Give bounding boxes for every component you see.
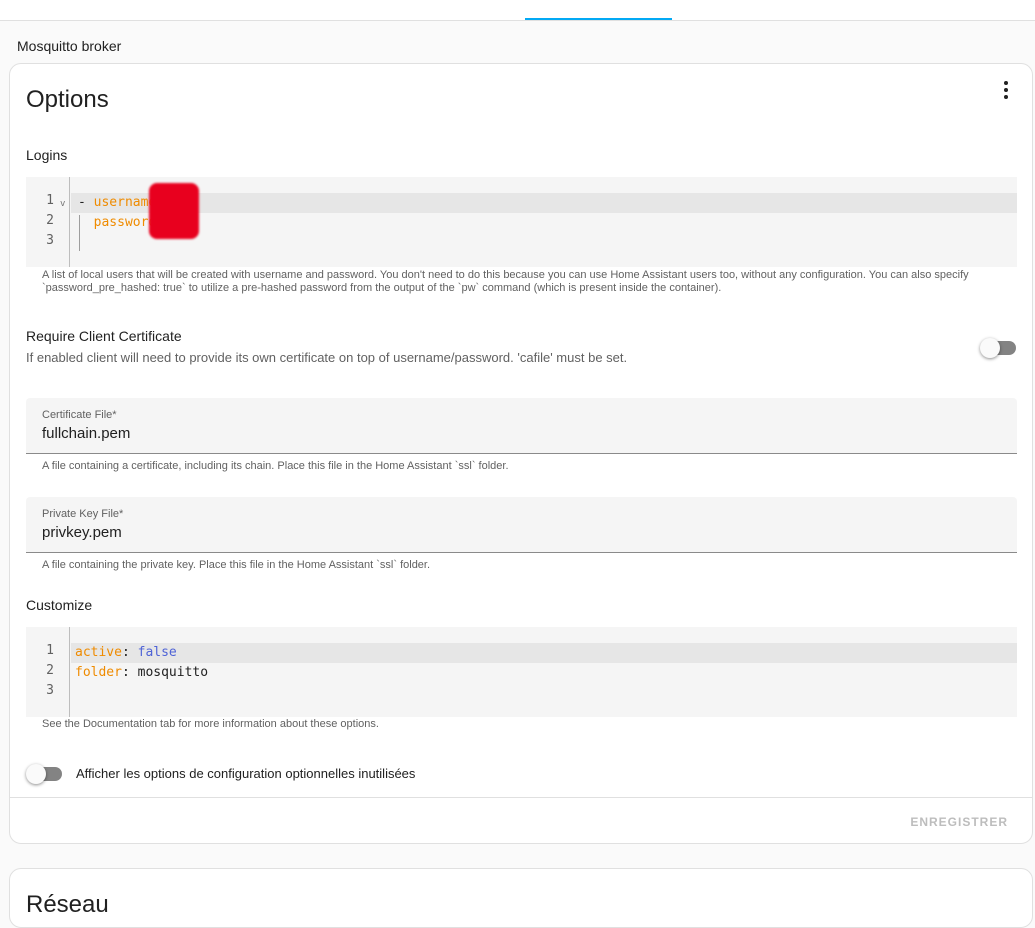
require-cert-label: Require Client Certificate bbox=[26, 328, 182, 344]
require-cert-description: If enabled client will need to provide i… bbox=[26, 350, 628, 365]
line-number: 1 bbox=[46, 643, 54, 658]
line-number: 3 bbox=[46, 683, 54, 698]
top-tab-bar bbox=[0, 0, 1035, 21]
redaction-mark bbox=[149, 183, 199, 239]
code-line: folder: mosquitto bbox=[75, 665, 209, 680]
private-key-file-value: privkey.pem bbox=[42, 524, 122, 541]
active-tab-indicator bbox=[525, 18, 672, 20]
line-number-gutter: 1 2 3 bbox=[26, 627, 70, 717]
require-cert-toggle[interactable] bbox=[980, 336, 1016, 358]
network-card-title: Réseau bbox=[26, 891, 109, 918]
save-button[interactable]: ENREGISTRER bbox=[902, 809, 1016, 835]
private-key-file-helper: A file containing the private key. Place… bbox=[42, 559, 431, 571]
line-number: 1 bbox=[46, 193, 54, 208]
line-number: 2 bbox=[46, 663, 54, 678]
chevron-down-icon[interactable]: v bbox=[60, 199, 65, 209]
private-key-file-label: Private Key File* bbox=[42, 508, 124, 520]
certificate-file-value: fullchain.pem bbox=[42, 425, 131, 442]
line-number: 2 bbox=[46, 213, 54, 228]
show-unused-options-label: Afficher les options de configuration op… bbox=[76, 766, 416, 781]
line-number-gutter: 1 v 2 3 bbox=[26, 177, 70, 267]
network-card: Réseau bbox=[9, 868, 1033, 928]
certificate-file-label: Certificate File* bbox=[42, 409, 117, 421]
options-card-title: Options bbox=[26, 86, 109, 113]
logins-code-editor[interactable]: 1 v 2 3 - username: password: bbox=[26, 177, 1017, 267]
indent-guide bbox=[79, 215, 80, 251]
code-line: - username: bbox=[71, 193, 1017, 213]
customize-code-editor[interactable]: 1 2 3 active: false folder: mosquitto bbox=[26, 627, 1017, 717]
certificate-file-field[interactable]: Certificate File* fullchain.pem bbox=[26, 398, 1017, 454]
code-line: active: false bbox=[71, 643, 1017, 663]
customize-helper-text: See the Documentation tab for more infor… bbox=[42, 718, 379, 730]
show-unused-options-toggle[interactable] bbox=[26, 762, 62, 784]
code-line: password: bbox=[93, 215, 164, 230]
logins-label: Logins bbox=[26, 147, 68, 163]
logins-helper-text: A list of local users that will be creat… bbox=[42, 269, 969, 294]
card-actions-divider bbox=[10, 797, 1032, 798]
customize-label: Customize bbox=[26, 597, 93, 613]
breadcrumb: Mosquitto broker bbox=[17, 38, 122, 54]
private-key-file-field[interactable]: Private Key File* privkey.pem bbox=[26, 497, 1017, 553]
options-card: Options Logins 1 v 2 3 - username: passw… bbox=[9, 63, 1033, 844]
dots-vertical-icon[interactable] bbox=[994, 78, 1018, 102]
line-number: 3 bbox=[46, 233, 54, 248]
certificate-file-helper: A file containing a certificate, includi… bbox=[42, 460, 509, 472]
